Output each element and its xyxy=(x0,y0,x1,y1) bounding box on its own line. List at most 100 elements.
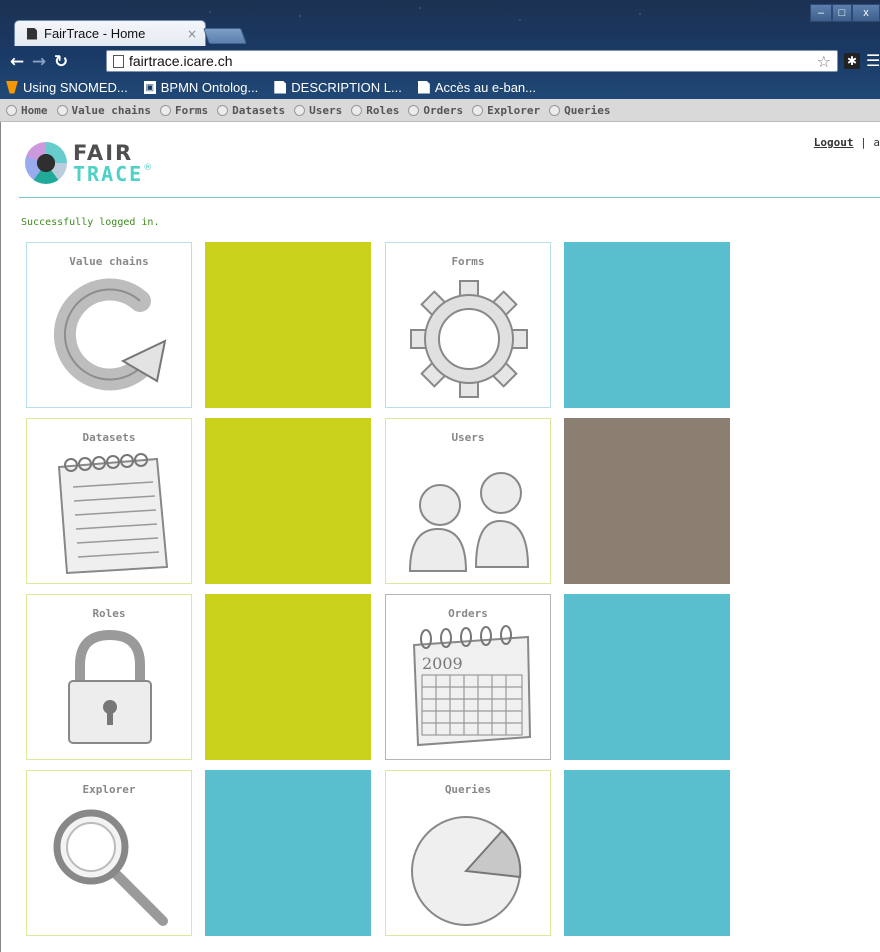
registered-mark: ® xyxy=(143,162,153,173)
tab-title: FairTrace - Home xyxy=(44,26,146,41)
extension-icon[interactable]: ✱ xyxy=(844,53,860,69)
tile-users[interactable]: Users xyxy=(385,418,551,584)
page-icon xyxy=(27,27,37,40)
document-icon xyxy=(274,80,287,94)
circular-arrow-icon xyxy=(53,278,167,391)
window-controls: – □ x xyxy=(810,4,880,22)
logo-badge-icon xyxy=(25,142,67,184)
logo-text: FAIR TRACE® xyxy=(73,140,153,186)
bookmark-label: Using SNOMED... xyxy=(23,79,128,95)
document-icon xyxy=(417,80,430,94)
color-swatch xyxy=(205,594,371,760)
value-chains-icon xyxy=(56,104,68,116)
logout-link[interactable]: Logout xyxy=(814,136,854,149)
address-bar[interactable]: fairtrace.icare.ch ☆ xyxy=(106,50,838,72)
explorer-icon xyxy=(472,104,484,116)
color-swatch xyxy=(205,418,371,584)
menu-item-label: Explorer xyxy=(487,103,541,117)
color-swatch xyxy=(564,418,730,584)
tile-label: Explorer xyxy=(82,783,136,796)
tile-roles[interactable]: Roles xyxy=(26,594,192,760)
bookmark-item[interactable]: ▣ BPMN Ontolog... xyxy=(143,80,258,95)
queries-icon xyxy=(549,104,561,116)
reload-icon[interactable]: ↻ xyxy=(50,51,72,73)
tile-forms[interactable]: Forms xyxy=(385,242,551,408)
bookmark-star-icon[interactable]: ☆ xyxy=(817,52,831,71)
tile-queries[interactable]: Queries xyxy=(385,770,551,936)
menu-item-label: Orders xyxy=(423,103,464,117)
tile-label: Queries xyxy=(444,783,492,796)
menu-item-datasets[interactable]: Datasets xyxy=(217,104,285,117)
browser-toolbar: ← → ↻ fairtrace.icare.ch ☆ ✱ ☰ xyxy=(0,47,880,77)
magnifier-icon xyxy=(53,809,168,926)
bookmarks-bar: Using SNOMED... ▣ BPMN Ontolog... DESCRI… xyxy=(0,77,880,97)
calendar-year: 2009 xyxy=(422,654,463,673)
menu-item-label: Value chains xyxy=(71,103,151,117)
maximize-button[interactable]: □ xyxy=(832,4,852,22)
tile-explorer[interactable]: Explorer xyxy=(26,770,192,936)
forms-icon xyxy=(159,104,171,116)
color-swatch xyxy=(564,770,730,936)
tab-close-icon[interactable]: × xyxy=(187,27,197,41)
url-text[interactable]: fairtrace.icare.ch xyxy=(129,53,817,69)
forward-arrow-icon[interactable]: → xyxy=(28,51,50,73)
app-menu-bar: Home Value chains Forms Datasets Users R… xyxy=(0,99,880,122)
users-icon xyxy=(294,104,306,116)
menu-item-label: Forms xyxy=(174,103,209,117)
color-swatch xyxy=(564,594,730,760)
menu-item-label: Users xyxy=(309,103,343,117)
tile-value-chains[interactable]: Value chains xyxy=(26,242,192,408)
flash-message: Successfully logged in. xyxy=(21,217,160,228)
typo3-icon xyxy=(6,80,18,94)
tile-label: Orders xyxy=(448,607,488,620)
menu-item-users[interactable]: Users xyxy=(294,104,342,117)
menu-item-label: Queries xyxy=(564,103,611,117)
menu-item-roles[interactable]: Roles xyxy=(351,104,399,117)
padlock-icon xyxy=(68,629,152,744)
new-tab-button[interactable] xyxy=(203,28,247,44)
tile-label: Roles xyxy=(92,607,126,620)
tile-label: Value chains xyxy=(69,255,149,268)
gear-icon xyxy=(410,280,528,398)
orders-icon xyxy=(408,104,420,116)
fairtrace-logo[interactable]: FAIR TRACE® xyxy=(25,142,152,184)
notepad-icon xyxy=(57,453,169,575)
bookmark-item[interactable]: DESCRIPTION L... xyxy=(274,80,402,95)
color-swatch xyxy=(205,242,371,408)
page-icon xyxy=(113,54,124,68)
tile-datasets[interactable]: Datasets xyxy=(26,418,192,584)
tile-label: Users xyxy=(451,431,485,444)
header-divider xyxy=(19,197,880,198)
page-content: FAIR TRACE® Logout | a Successfully logg… xyxy=(0,122,880,952)
back-arrow-icon[interactable]: ← xyxy=(6,51,28,73)
menu-item-explorer[interactable]: Explorer xyxy=(472,104,540,117)
menu-item-orders[interactable]: Orders xyxy=(408,104,463,117)
bookmark-item[interactable]: Accès au e-ban... xyxy=(417,79,536,95)
browser-tab[interactable]: FairTrace - Home × xyxy=(14,20,206,46)
menu-item-home[interactable]: Home xyxy=(6,104,48,117)
roles-icon xyxy=(351,104,363,116)
bookmark-item[interactable]: Using SNOMED... xyxy=(6,80,128,95)
tile-label: Forms xyxy=(451,255,485,268)
bookmark-label: DESCRIPTION L... xyxy=(291,79,402,95)
calendar-icon: 2009 xyxy=(412,625,532,747)
pie-chart-icon xyxy=(411,816,522,926)
user-bar: Logout | a xyxy=(814,136,880,149)
tile-orders[interactable]: Orders 2009 xyxy=(385,594,551,760)
minimize-button[interactable]: – xyxy=(810,4,832,22)
menu-item-label: Datasets xyxy=(232,103,286,117)
menu-item-label: Roles xyxy=(366,103,400,117)
bookmark-label: Accès au e-ban... xyxy=(434,79,536,95)
browser-menu-icon[interactable]: ☰ xyxy=(866,51,880,70)
menu-item-value-chains[interactable]: Value chains xyxy=(56,103,151,117)
logo-word-fair: FAIR xyxy=(73,140,134,165)
menu-item-queries[interactable]: Queries xyxy=(549,104,610,117)
users-icon xyxy=(408,472,530,572)
close-window-button[interactable]: x xyxy=(852,4,880,22)
color-swatch xyxy=(564,242,730,408)
tile-label: Datasets xyxy=(82,431,136,444)
menu-item-forms[interactable]: Forms xyxy=(159,103,209,117)
logo-word-trace: TRACE xyxy=(73,161,144,186)
color-swatch xyxy=(205,770,371,936)
bpmn-icon: ▣ xyxy=(143,80,156,94)
